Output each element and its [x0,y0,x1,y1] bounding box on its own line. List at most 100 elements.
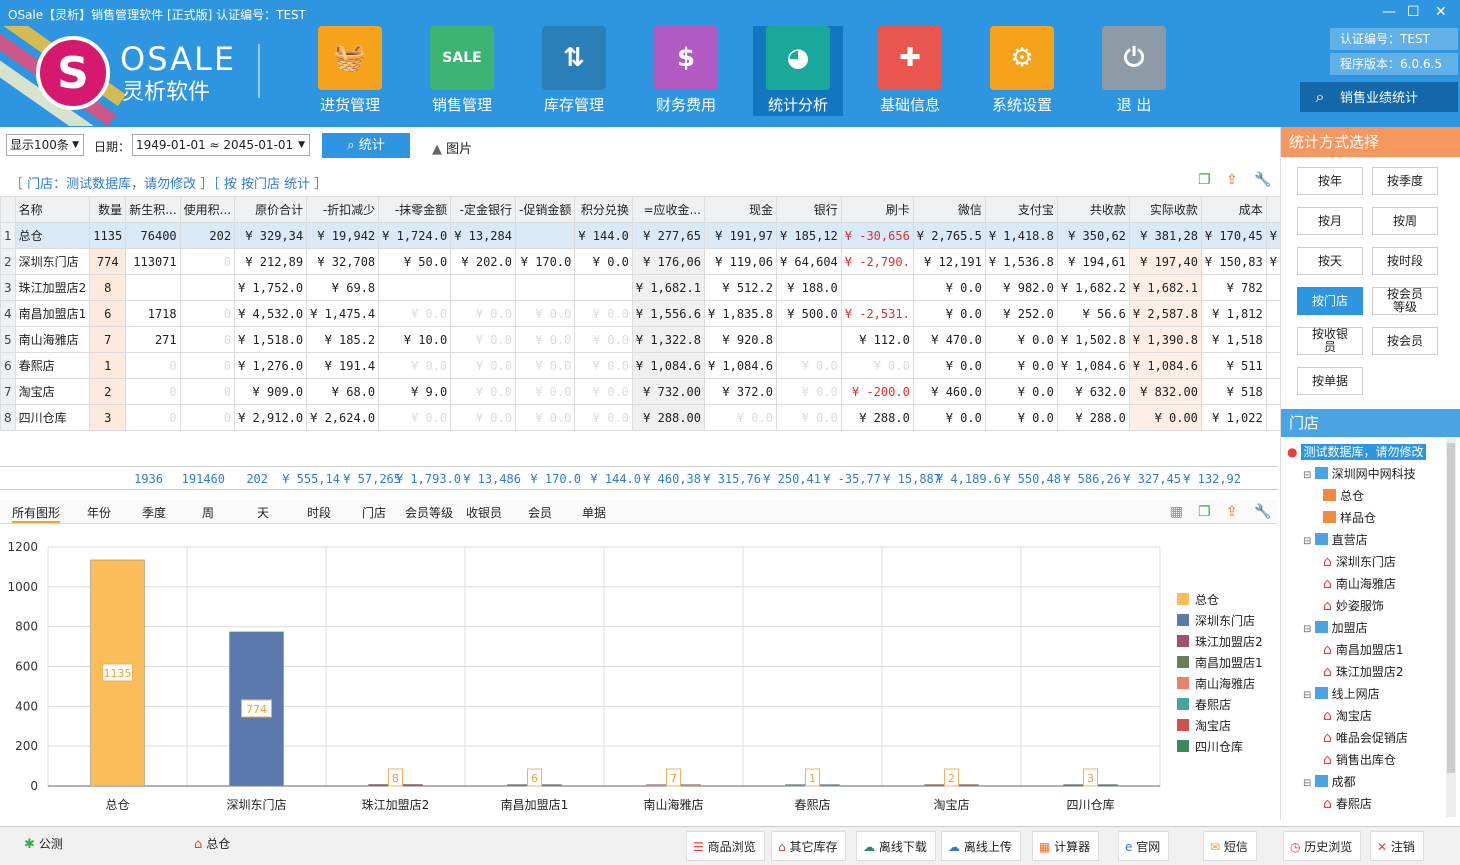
status-button[interactable]: ⌂ 其它库存 [771,831,847,861]
table-row[interactable]: 2 深圳东门店 774 113071 0 ¥ 212,89 ¥ 32,708 ¥ 50.0 ¥ … [0,248,1363,275]
status-button[interactable]: ☰ 商品浏览 [686,831,765,861]
statistics-button[interactable]: ⌕ 统计 [322,133,410,158]
column-header[interactable]: =应收金... [631,196,705,223]
column-header[interactable]: 新生积... [125,196,181,223]
collapse-icon[interactable]: ⊟ [1303,778,1315,789]
tree-node[interactable]: ⌂ 四川... [1285,815,1445,820]
stat-mode-button[interactable]: 按会员 [1372,327,1438,355]
picture-button[interactable]: ▲ 图片 [432,138,472,157]
column-header[interactable]: 银行 [775,196,842,223]
nav-button-1[interactable]: SALE 销售管理 [430,26,494,116]
tree-node[interactable]: 总仓 [1285,485,1445,507]
column-header[interactable]: 刷卡 [840,196,914,223]
column-header[interactable]: 共收款 [1056,196,1130,223]
tree-scrollbar[interactable] [1446,437,1456,817]
table-row[interactable]: 3 珠江加盟店2 8 ¥ 1,752.0 ¥ 69.8 ¥ 1,682.1 ¥ 512.2 ¥… [0,274,1363,301]
stat-mode-button[interactable]: 按单据 [1297,367,1363,395]
tree-node[interactable]: ⊟ 加盟店 [1285,617,1445,639]
status-button[interactable]: ◷ 历史浏览 [1283,831,1362,861]
wrench-icon[interactable]: 🔧 [1254,504,1271,520]
nav-button-0[interactable]: 🧺 进货管理 [318,26,382,116]
chart-tab[interactable]: 所有图形 [12,504,61,523]
grid-view-icon[interactable]: ▦ [1170,504,1183,520]
tree-node[interactable]: 样品仓 [1285,507,1445,529]
table-row[interactable]: 6 春熙店 1 0 0 ¥ 1,276.0 ¥ 191.4 ¥ 0.0 ¥ 0.0 ¥ 0.0 ¥ … [0,352,1363,379]
chart-tab[interactable]: 季度 [142,504,166,521]
export-icon[interactable]: ⇪ [1226,504,1238,520]
column-header[interactable]: 原价合计 [234,196,308,223]
column-header[interactable]: 名称 [14,196,91,223]
tree-node[interactable]: ⌂ 唯品会促销店 [1285,727,1445,749]
status-button[interactable]: ☁ 离线上传 [941,831,1021,861]
status-button[interactable]: e 官网 [1118,831,1170,861]
table-row[interactable]: 1 总仓 1135 76400 202 ¥ 329,34 ¥ 19,942 ¥ 1,724.0… [0,222,1363,249]
status-button[interactable]: ✕ 注销 [1370,831,1424,861]
tree-node[interactable]: ● 测试数据库，请勿修改 [1285,441,1445,463]
tree-node[interactable]: ⌂ 珠江加盟店2 [1285,661,1445,683]
tree-node[interactable]: ⌂ 南昌加盟店1 [1285,639,1445,661]
wrench-icon[interactable]: 🔧 [1254,172,1271,188]
tree-node[interactable]: ⊟ 线上网店 [1285,683,1445,705]
tree-node[interactable]: ⌂ 淘宝店 [1285,705,1445,727]
tree-node[interactable]: ⌂ 销售出库仓 [1285,749,1445,771]
status-button[interactable]: ▦ 计算器 [1032,831,1100,861]
collapse-icon[interactable]: ⊟ [1303,470,1315,481]
nav-button-7[interactable]: ⏻ 退 出 [1102,26,1166,116]
column-header[interactable]: 支付宝 [984,196,1058,223]
tree-node[interactable]: ⌂ 深圳东门店 [1285,551,1445,573]
tree-node[interactable]: ⊟ 成都 [1285,771,1445,793]
stat-mode-button[interactable]: 按年 [1297,167,1363,195]
stat-mode-button[interactable]: 按门店 [1297,287,1363,315]
tree-node[interactable]: ⌂ 春熙店 [1285,793,1445,815]
collapse-icon[interactable]: ⊟ [1303,624,1315,635]
nav-button-5[interactable]: ✚ 基础信息 [878,26,942,116]
tree-node[interactable]: ⊟ 深圳网中网科技 [1285,463,1445,485]
column-header[interactable]: 使用积... [179,196,236,223]
stat-mode-button[interactable]: 按季度 [1372,167,1438,195]
status-button[interactable]: ✉ 短信 [1203,831,1257,861]
column-header[interactable]: 成本 [1200,196,1267,223]
collapse-icon[interactable]: ⊟ [1303,690,1315,701]
minimize-icon[interactable]: — [1382,4,1396,20]
column-header[interactable]: 现金 [703,196,777,223]
column-header[interactable]: -抹零金额 [378,196,452,223]
chart-tab[interactable]: 收银员 [466,504,502,521]
column-header[interactable]: -促销金额 [514,196,576,223]
status-button[interactable]: ☁ 离线下载 [856,831,936,861]
stat-mode-button[interactable]: 按会员等级 [1372,287,1438,315]
copy-icon[interactable]: ❐ [1198,504,1211,520]
table-row[interactable]: 8 四川仓库 3 0 0 ¥ 2,912.0 ¥ 2,624.0 ¥ 0.0 ¥ 0.0 ¥ 0.… [0,404,1363,431]
stat-mode-button[interactable]: 按收银员 [1297,327,1363,355]
chart-tab[interactable]: 会员等级 [405,504,453,521]
nav-button-4[interactable]: ◕ 统计分析 [753,26,843,116]
tree-node[interactable]: ⊟ 直营店 [1285,529,1445,551]
chart-tab[interactable]: 时段 [307,504,331,521]
column-header[interactable]: 数量 [89,196,127,223]
column-header[interactable] [0,196,16,223]
column-header[interactable]: 微信 [912,196,986,223]
nav-button-2[interactable]: ⇅ 库存管理 [542,26,606,116]
close-icon[interactable]: ✕ [1435,4,1447,20]
nav-button-3[interactable]: $ 财务费用 [654,26,718,116]
chart-tab[interactable]: 年份 [87,504,111,521]
chart-tab[interactable]: 会员 [528,504,552,521]
table-row[interactable]: 5 南山海雅店 7 271 0 ¥ 1,518.0 ¥ 185.2 ¥ 10.0 ¥ 0.0 ¥ … [0,326,1363,353]
table-row[interactable]: 7 淘宝店 2 0 0 ¥ 909.0 ¥ 68.0 ¥ 9.0 ¥ 0.0 ¥ 0.0 ¥ 0.0… [0,378,1363,405]
scrollbar-thumb[interactable] [1447,443,1455,773]
chart-tab[interactable]: 单据 [582,504,606,521]
export-icon[interactable]: ⇪ [1226,172,1238,188]
column-header[interactable]: -折扣减少 [306,196,380,223]
chart-tab[interactable]: 门店 [362,504,386,521]
show-count-select[interactable]: 显示100条 ▼ [6,134,84,156]
stat-mode-button[interactable]: 按天 [1297,247,1363,275]
table-row[interactable]: 4 南昌加盟店1 6 1718 0 ¥ 4,532.0 ¥ 1,475.4 ¥ 0.0 ¥ 0.… [0,300,1363,327]
sales-performance-button[interactable]: ⌕ 销售业绩统计 [1300,82,1458,112]
stat-mode-button[interactable]: 按时段 [1372,247,1438,275]
chart-tab[interactable]: 周 [202,504,214,521]
column-header[interactable]: -定金银行 [450,196,516,223]
nav-button-6[interactable]: ⚙ 系统设置 [990,26,1054,116]
column-header[interactable]: 实际收款 [1128,196,1202,223]
maximize-icon[interactable]: ☐ [1407,4,1420,20]
date-range-select[interactable]: 1949-01-01 ≈ 2045-01-01 ▼ [132,134,310,156]
column-header[interactable]: 积分兑换 [574,196,633,223]
